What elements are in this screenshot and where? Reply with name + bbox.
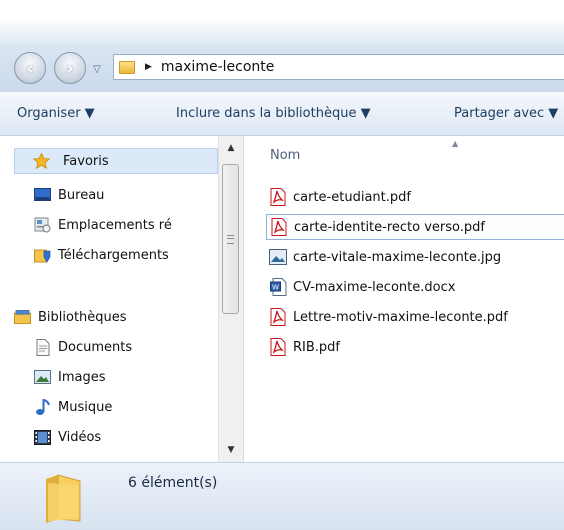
- videos-icon: [34, 429, 51, 445]
- pdf-icon: [269, 338, 287, 356]
- details-status-bar: 6 élément(s): [0, 462, 564, 530]
- back-button[interactable]: ‹: [14, 52, 46, 84]
- file-row[interactable]: W CV-maxime-leconte.docx: [266, 274, 564, 300]
- scrollbar-thumb[interactable]: [222, 164, 239, 314]
- nav-item-videos[interactable]: Vidéos: [34, 424, 101, 450]
- downloads-folder-icon: [34, 247, 51, 263]
- nav-item-emplacements[interactable]: Emplacements ré: [34, 212, 172, 238]
- file-list-pane: ▲ Nom carte-etudiant.pdf carte-identite-…: [244, 136, 564, 462]
- recent-places-icon: [34, 217, 51, 233]
- folder-icon: [44, 471, 82, 523]
- file-name: carte-identite-recto verso.pdf: [294, 219, 485, 235]
- nav-pane-scrollbar[interactable]: ▲ ▼: [218, 136, 243, 462]
- sort-ascending-icon: ▲: [452, 139, 459, 148]
- file-row[interactable]: Lettre-motiv-maxime-leconte.pdf: [266, 304, 564, 330]
- image-file-icon: [269, 248, 287, 266]
- desktop-icon: [34, 187, 51, 203]
- nav-label: Musique: [58, 399, 113, 415]
- star-icon: [33, 153, 50, 169]
- file-name: RIB.pdf: [293, 339, 340, 355]
- recent-pages-dropdown[interactable]: ▽: [90, 62, 104, 76]
- nav-item-bureau[interactable]: Bureau: [34, 182, 104, 208]
- music-icon: [34, 398, 51, 415]
- navigation-pane: Favoris Bureau Emplacements ré Télécharg…: [0, 136, 244, 462]
- pdf-icon: [269, 308, 287, 326]
- nav-item-musique[interactable]: Musique: [34, 394, 112, 420]
- column-header-name[interactable]: Nom: [270, 148, 300, 163]
- navigation-bar: ‹ › ▽ ▶ maxime-leconte: [0, 44, 564, 92]
- breadcrumb-folder[interactable]: maxime-leconte: [161, 59, 274, 75]
- address-bar[interactable]: ▶ maxime-leconte: [113, 54, 564, 80]
- nav-label: Favoris: [63, 153, 109, 169]
- folder-icon: [119, 60, 135, 74]
- pdf-icon: [270, 218, 288, 236]
- file-name: carte-vitale-maxime-leconte.jpg: [293, 249, 502, 265]
- include-in-library-button[interactable]: Inclure dans la bibliothèque ▼: [176, 106, 371, 121]
- nav-label: Bibliothèques: [38, 309, 127, 325]
- images-icon: [34, 369, 51, 385]
- file-name: carte-etudiant.pdf: [293, 189, 411, 205]
- file-row-selected[interactable]: carte-identite-recto verso.pdf: [266, 214, 564, 240]
- organize-menu-button[interactable]: Organiser ▼: [17, 106, 95, 121]
- nav-item-images[interactable]: Images: [34, 364, 106, 390]
- nav-label: Documents: [58, 339, 133, 355]
- command-toolbar: Organiser ▼ Inclure dans la bibliothèque…: [0, 92, 564, 136]
- libraries-icon: [14, 309, 31, 325]
- file-row[interactable]: RIB.pdf: [266, 334, 564, 360]
- pdf-icon: [269, 188, 287, 206]
- breadcrumb-arrow-icon[interactable]: ▶: [145, 62, 152, 72]
- nav-item-documents[interactable]: Documents: [34, 334, 132, 360]
- scroll-down-arrow-icon[interactable]: ▼: [224, 444, 238, 456]
- documents-icon: [34, 338, 51, 356]
- nav-label: Vidéos: [58, 429, 102, 445]
- grip-icon: [227, 234, 234, 244]
- scroll-up-arrow-icon[interactable]: ▲: [224, 142, 238, 154]
- file-row[interactable]: carte-etudiant.pdf: [266, 184, 564, 210]
- item-count: 6 élément(s): [128, 475, 218, 491]
- nav-item-favoris[interactable]: Favoris: [14, 148, 218, 174]
- file-name: Lettre-motiv-maxime-leconte.pdf: [293, 309, 508, 325]
- file-row[interactable]: carte-vitale-maxime-leconte.jpg: [266, 244, 564, 270]
- svg-text:W: W: [272, 284, 279, 292]
- file-name: CV-maxime-leconte.docx: [293, 279, 456, 295]
- nav-item-telechargements[interactable]: Téléchargements: [34, 242, 169, 268]
- nav-label: Bureau: [58, 187, 105, 203]
- nav-label: Téléchargements: [58, 247, 169, 263]
- word-doc-icon: W: [269, 278, 287, 296]
- forward-button[interactable]: ›: [54, 52, 86, 84]
- window-title-bar: [0, 0, 564, 44]
- nav-label: Emplacements ré: [58, 217, 172, 233]
- nav-label: Images: [58, 369, 106, 385]
- share-with-button[interactable]: Partager avec ▼: [454, 106, 558, 121]
- nav-item-bibliotheques[interactable]: Bibliothèques: [14, 304, 127, 330]
